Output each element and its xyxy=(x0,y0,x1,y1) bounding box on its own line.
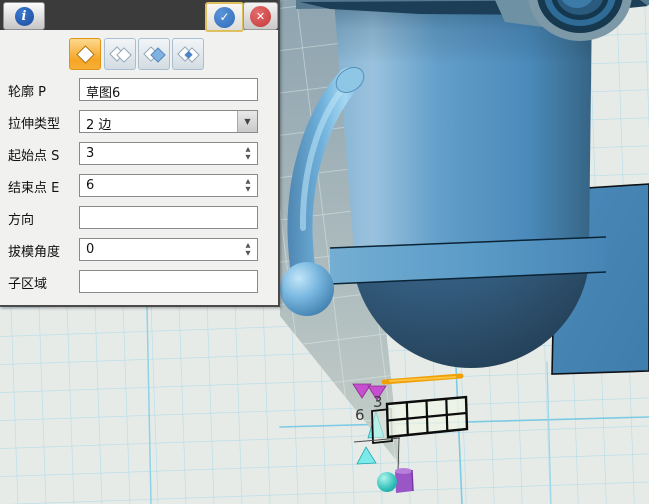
spin-up-icon[interactable]: ▲ xyxy=(246,243,251,248)
sketch-start-label: 3 xyxy=(373,393,383,411)
diamond-subtract-icon xyxy=(143,43,166,66)
profile-input[interactable]: 草图6 xyxy=(79,78,258,101)
spin-up-icon[interactable]: ▲ xyxy=(246,147,251,152)
toolbar-button-intersect-material[interactable] xyxy=(172,38,204,70)
info-icon: i xyxy=(15,7,34,26)
extrude-feature-dialog: i ✓ ✕ xyxy=(0,0,280,307)
close-icon: ✕ xyxy=(250,6,271,27)
direction-label: 方向 xyxy=(8,209,34,228)
spin-down-icon[interactable]: ▼ xyxy=(246,251,251,256)
end-point-spinner[interactable]: 6 ▲ ▼ xyxy=(79,174,258,197)
toolbar-button-add-material[interactable] xyxy=(104,38,136,70)
direction-input[interactable] xyxy=(79,206,258,229)
diamond-single-icon xyxy=(74,43,97,66)
subregion-label: 子区域 xyxy=(8,273,47,292)
toolbar-button-subtract-material[interactable] xyxy=(138,38,170,70)
check-icon: ✓ xyxy=(214,7,235,28)
info-button[interactable]: i xyxy=(3,2,45,30)
spin-down-icon[interactable]: ▼ xyxy=(246,155,251,160)
start-point-spinner[interactable]: 3 ▲ ▼ xyxy=(79,142,258,165)
dialog-titlebar[interactable]: i ✓ ✕ xyxy=(0,0,278,30)
extrude-type-dropdown[interactable]: 2 边 ▼ xyxy=(79,110,258,133)
start-point-label: 起始点 S xyxy=(8,145,59,164)
spin-down-icon[interactable]: ▼ xyxy=(246,187,251,192)
subregion-input[interactable] xyxy=(79,270,258,293)
profile-label: 轮廓 P xyxy=(8,81,46,100)
draft-angle-spinner[interactable]: 0 ▲ ▼ xyxy=(79,238,258,261)
toolbar-button-independent-solid[interactable] xyxy=(69,38,101,70)
cancel-button[interactable]: ✕ xyxy=(243,2,278,30)
diamond-intersect-icon xyxy=(177,43,200,66)
end-point-label: 结束点 E xyxy=(8,177,59,196)
extrude-type-label: 拉伸类型 xyxy=(8,113,60,132)
sketch-end-label: 6 xyxy=(355,406,365,424)
confirm-button[interactable]: ✓ xyxy=(205,2,244,32)
app-window: 3 6 i xyxy=(0,0,649,504)
draft-angle-label: 拔模角度 xyxy=(8,241,60,260)
diamond-add-icon xyxy=(109,43,132,66)
handle-ball xyxy=(280,262,334,316)
chevron-down-icon[interactable]: ▼ xyxy=(237,111,257,132)
spin-up-icon[interactable]: ▲ xyxy=(246,179,251,184)
mug-body xyxy=(334,0,592,252)
